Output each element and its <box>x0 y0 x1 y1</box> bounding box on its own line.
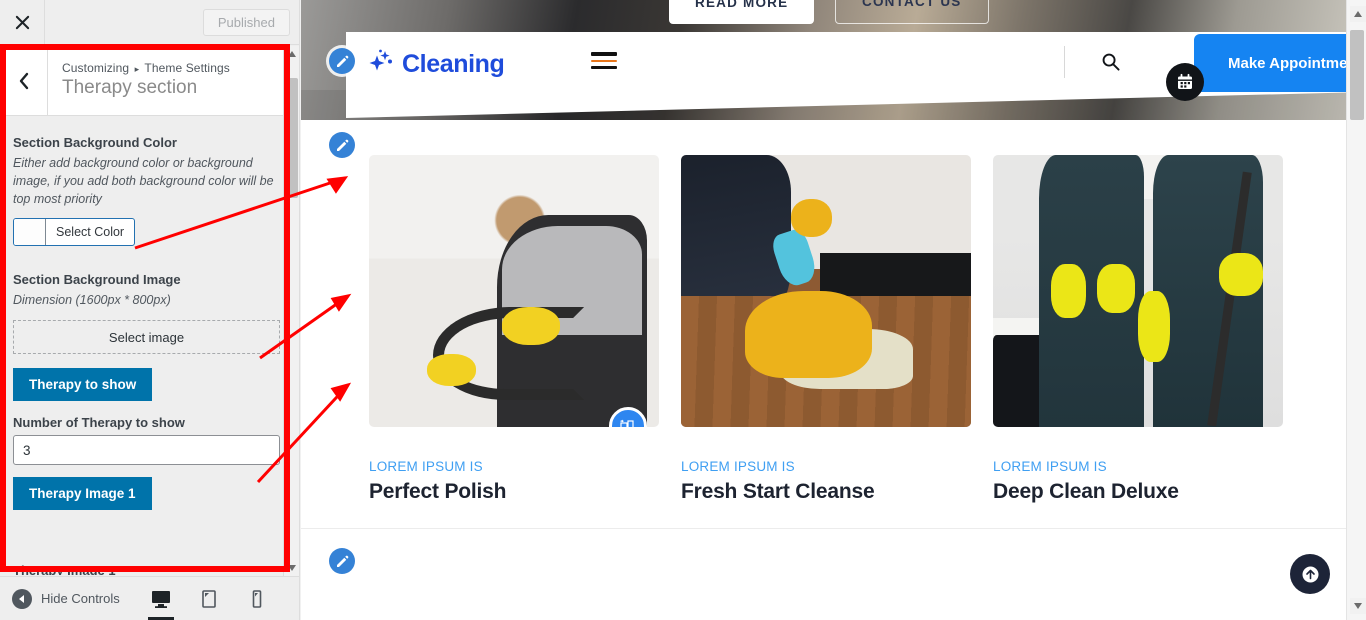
card-image <box>681 155 971 427</box>
breadcrumb-separator-icon: ▸ <box>134 64 140 75</box>
preview-bottom-strip <box>301 528 1346 620</box>
publish-area: Published <box>45 8 299 36</box>
section-title-wrap: Customizing ▸ Theme Settings Therapy sec… <box>48 61 230 100</box>
therapy-to-show-button[interactable]: Therapy to show <box>13 368 153 401</box>
arrow-up-icon[interactable] <box>1290 554 1330 594</box>
card-title: Perfect Polish <box>369 480 507 503</box>
mobile-icon[interactable] <box>244 583 270 615</box>
page-title: Therapy section <box>62 77 198 99</box>
therapy-card[interactable]: LOREM IPSUM IS Fresh Start Cleanse <box>681 155 971 504</box>
bg-color-label: Section Background Color <box>13 135 177 150</box>
card-subtitle: LOREM IPSUM IS <box>681 459 795 474</box>
hide-controls-button[interactable]: Hide Controls <box>12 588 120 609</box>
customizer-scrollbar[interactable] <box>283 46 299 576</box>
breadcrumb-parent: Theme Settings <box>144 61 230 76</box>
card-title: Fresh Start Cleanse <box>681 480 875 503</box>
chevron-left-circle-icon <box>12 588 32 609</box>
site-preview: READ MORE CONTACT US Cleaning Make Appoi… <box>301 0 1366 620</box>
therapy-image-1-button[interactable]: Therapy Image 1 <box>13 477 152 510</box>
hide-controls-label: Hide Controls <box>41 591 120 606</box>
brand-logo[interactable]: Cleaning <box>364 45 505 84</box>
card-image <box>369 155 659 427</box>
page-scroll-down-icon[interactable] <box>1350 598 1366 614</box>
card-subtitle: LOREM IPSUM IS <box>993 459 1107 474</box>
customizer-footer: Hide Controls <box>0 576 299 620</box>
breadcrumb: Customizing ▸ Theme Settings <box>62 61 230 75</box>
pencil-icon[interactable] <box>329 132 355 158</box>
pencil-icon[interactable] <box>329 48 355 74</box>
hamburger-icon[interactable] <box>591 52 617 73</box>
number-of-therapy-input[interactable] <box>13 435 280 465</box>
header-divider <box>1064 46 1065 78</box>
brand-name: Cleaning <box>402 50 505 78</box>
card-image <box>993 155 1283 427</box>
customizer-topbar: Published <box>0 0 299 45</box>
page-scroll-up-icon[interactable] <box>1350 6 1366 22</box>
site-header: Cleaning Make Appointment <box>346 32 1366 101</box>
customizer-scrollbar-thumb[interactable] <box>286 78 298 198</box>
therapy-card[interactable]: LOREM IPSUM IS Perfect Polish <box>369 155 659 504</box>
scroll-down-icon[interactable] <box>284 560 299 576</box>
therapy-cards-row: LOREM IPSUM IS Perfect Polish LOREM IPSU… <box>369 155 1283 504</box>
therapy-card[interactable]: LOREM IPSUM IS Deep Clean Deluxe <box>993 155 1283 504</box>
device-preview-buttons <box>147 583 270 620</box>
hero-read-more-button[interactable]: READ MORE <box>669 0 815 24</box>
color-swatch <box>14 219 46 246</box>
breadcrumb-root: Customizing <box>62 61 130 76</box>
chevron-left-icon[interactable] <box>0 45 48 116</box>
close-icon[interactable] <box>0 0 45 45</box>
bg-color-description: Either add background color or backgroun… <box>13 156 274 206</box>
customizer-panel: Published Customizing ▸ Theme Settings T… <box>0 0 300 620</box>
tablet-icon[interactable] <box>196 583 222 615</box>
bg-image-label: Section Background Image <box>13 272 181 288</box>
sparkle-icon <box>364 45 398 84</box>
select-image-button[interactable]: Select image <box>13 320 280 354</box>
section-header: Customizing ▸ Theme Settings Therapy sec… <box>0 45 293 116</box>
publish-button[interactable]: Published <box>202 8 290 36</box>
make-appointment-group[interactable]: Make Appointment <box>1166 34 1366 101</box>
scroll-up-icon[interactable] <box>284 46 299 62</box>
card-subtitle: LOREM IPSUM IS <box>369 459 483 474</box>
calendar-icon <box>1166 63 1204 101</box>
number-of-therapy-label: Number of Therapy to show <box>13 415 185 430</box>
pencil-icon[interactable] <box>329 548 355 574</box>
bg-image-description: Dimension (1600px * 800px) <box>13 293 171 308</box>
desktop-icon[interactable] <box>147 583 174 620</box>
hero-contact-us-button[interactable]: CONTACT US <box>835 0 989 24</box>
page-scrollbar[interactable] <box>1346 0 1366 620</box>
search-icon[interactable] <box>1101 52 1120 76</box>
customizer-controls: Section Background Color Either add back… <box>0 117 293 576</box>
select-color-button[interactable]: Select Color <box>13 218 136 247</box>
therapy-image-1-clipped-label: Therapy Image 1 <box>13 563 116 575</box>
card-title: Deep Clean Deluxe <box>993 480 1179 503</box>
make-appointment-button[interactable]: Make Appointment <box>1194 34 1366 92</box>
select-color-label: Select Color <box>56 225 125 240</box>
page-scrollbar-thumb[interactable] <box>1350 30 1364 120</box>
